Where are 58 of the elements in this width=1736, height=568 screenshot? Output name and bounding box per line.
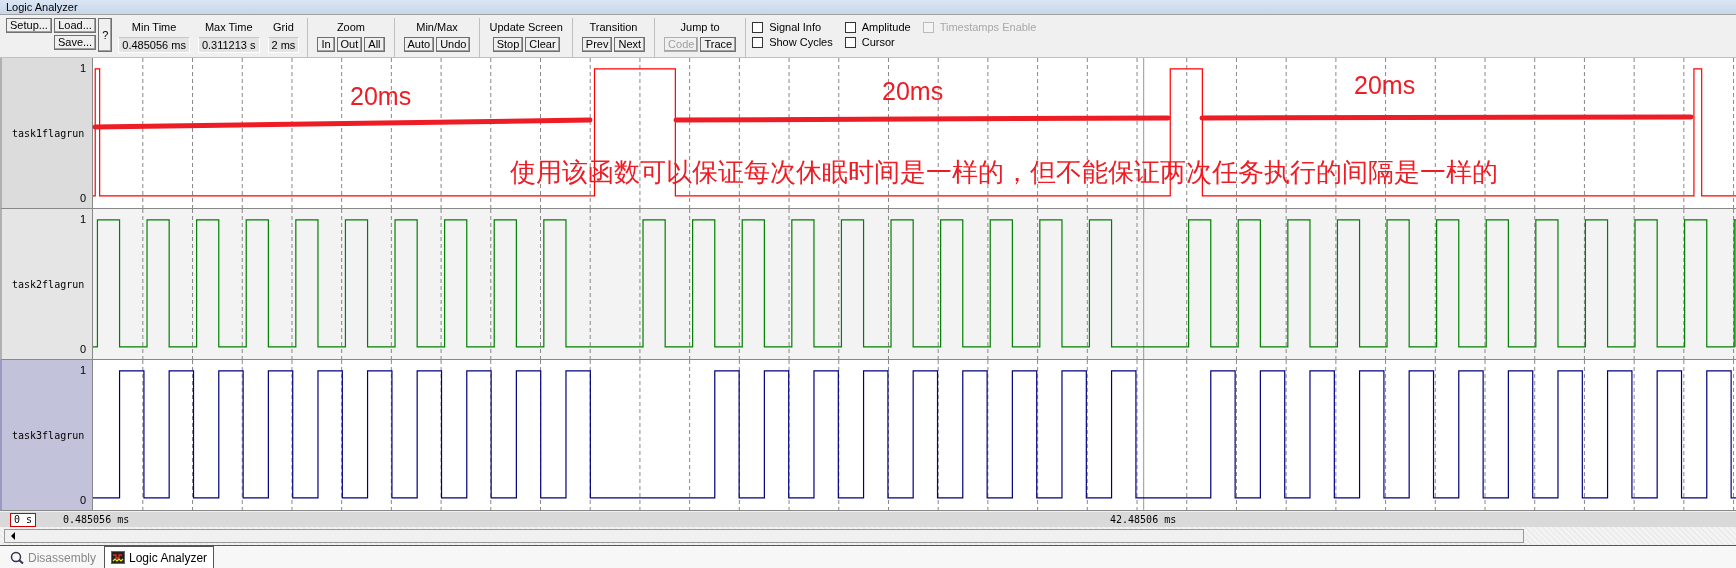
toolbar-button[interactable]: Stop <box>492 37 524 52</box>
checkbox[interactable] <box>844 36 856 48</box>
time-origin: 0 s <box>10 513 37 527</box>
readout-label: Max Time <box>204 20 253 34</box>
readout-label: Grid <box>273 20 294 34</box>
level-label: 1 <box>79 363 86 378</box>
cursor-time-label: 42.48506 ms <box>1110 513 1177 527</box>
file-button[interactable]: Setup... <box>6 18 52 33</box>
toolbar-button[interactable]: Out <box>336 37 363 52</box>
toolbar-button[interactable]: Next <box>614 37 646 52</box>
toolbar-button[interactable]: Clear <box>525 37 560 52</box>
duration-label: 20ms <box>1354 71 1416 99</box>
checkbox-label: Timestamps Enable <box>939 20 1037 34</box>
level-label: 1 <box>79 61 86 76</box>
group-label: Transition <box>589 20 638 34</box>
group-label: Zoom <box>336 20 365 34</box>
group-label: Jump to <box>680 20 720 34</box>
toolbar-button[interactable]: In <box>317 37 335 52</box>
checkbox-label: Signal Info <box>769 20 822 34</box>
signal-label[interactable]: 1 task2flagrun 0 <box>0 209 93 360</box>
level-label: 0 <box>79 492 86 508</box>
waveform-icon <box>111 551 125 564</box>
duration-label: 20ms <box>350 82 412 110</box>
time-label: 0.485056 ms <box>63 513 130 527</box>
file-button[interactable]: Save... <box>53 35 97 50</box>
window-title: Logic Analyzer <box>0 0 1736 15</box>
checkbox[interactable] <box>752 21 764 33</box>
signal-name: task1flagrun <box>12 126 85 141</box>
toolbar-button[interactable]: All <box>364 37 385 52</box>
level-label: 1 <box>79 212 86 227</box>
checkbox[interactable] <box>844 21 856 33</box>
toolbar-button[interactable]: Trace <box>700 37 737 52</box>
toolbar-button[interactable]: Prev <box>581 37 613 52</box>
signal-label[interactable]: 1 task1flagrun 0 <box>0 58 93 209</box>
file-button[interactable]: Load... <box>53 18 97 33</box>
group-label: Update Screen <box>489 20 563 34</box>
checkbox[interactable] <box>752 36 764 48</box>
readout-value: 0.485056 ms <box>118 37 190 53</box>
duration-label: 20ms <box>882 77 944 105</box>
level-label: 0 <box>79 341 86 357</box>
scrollbar-thumb[interactable] <box>4 529 1524 543</box>
help-button[interactable]: ? <box>98 18 113 52</box>
checkbox-label: Cursor <box>861 35 895 49</box>
magnifier-icon <box>10 551 24 564</box>
toolbar-button[interactable]: Auto <box>403 37 435 52</box>
signal-label[interactable]: 1 task3flagrun 0 <box>0 360 93 511</box>
tab[interactable]: Logic Analyzer <box>104 546 215 568</box>
toolbar-button[interactable]: Undo <box>436 37 471 52</box>
level-label: 0 <box>79 190 86 206</box>
group-label: Min/Max <box>416 20 458 34</box>
readout-value: 0.311213 s <box>197 37 260 53</box>
checkbox-label: Show Cycles <box>769 35 833 49</box>
checkbox-label: Amplitude <box>861 20 911 34</box>
signal-name: task2flagrun <box>12 277 85 292</box>
signal-name: task3flagrun <box>12 428 85 443</box>
readout-label: Min Time <box>131 20 177 34</box>
readout-value: 2 ms <box>267 37 300 53</box>
scroll-left-icon[interactable] <box>9 532 17 540</box>
